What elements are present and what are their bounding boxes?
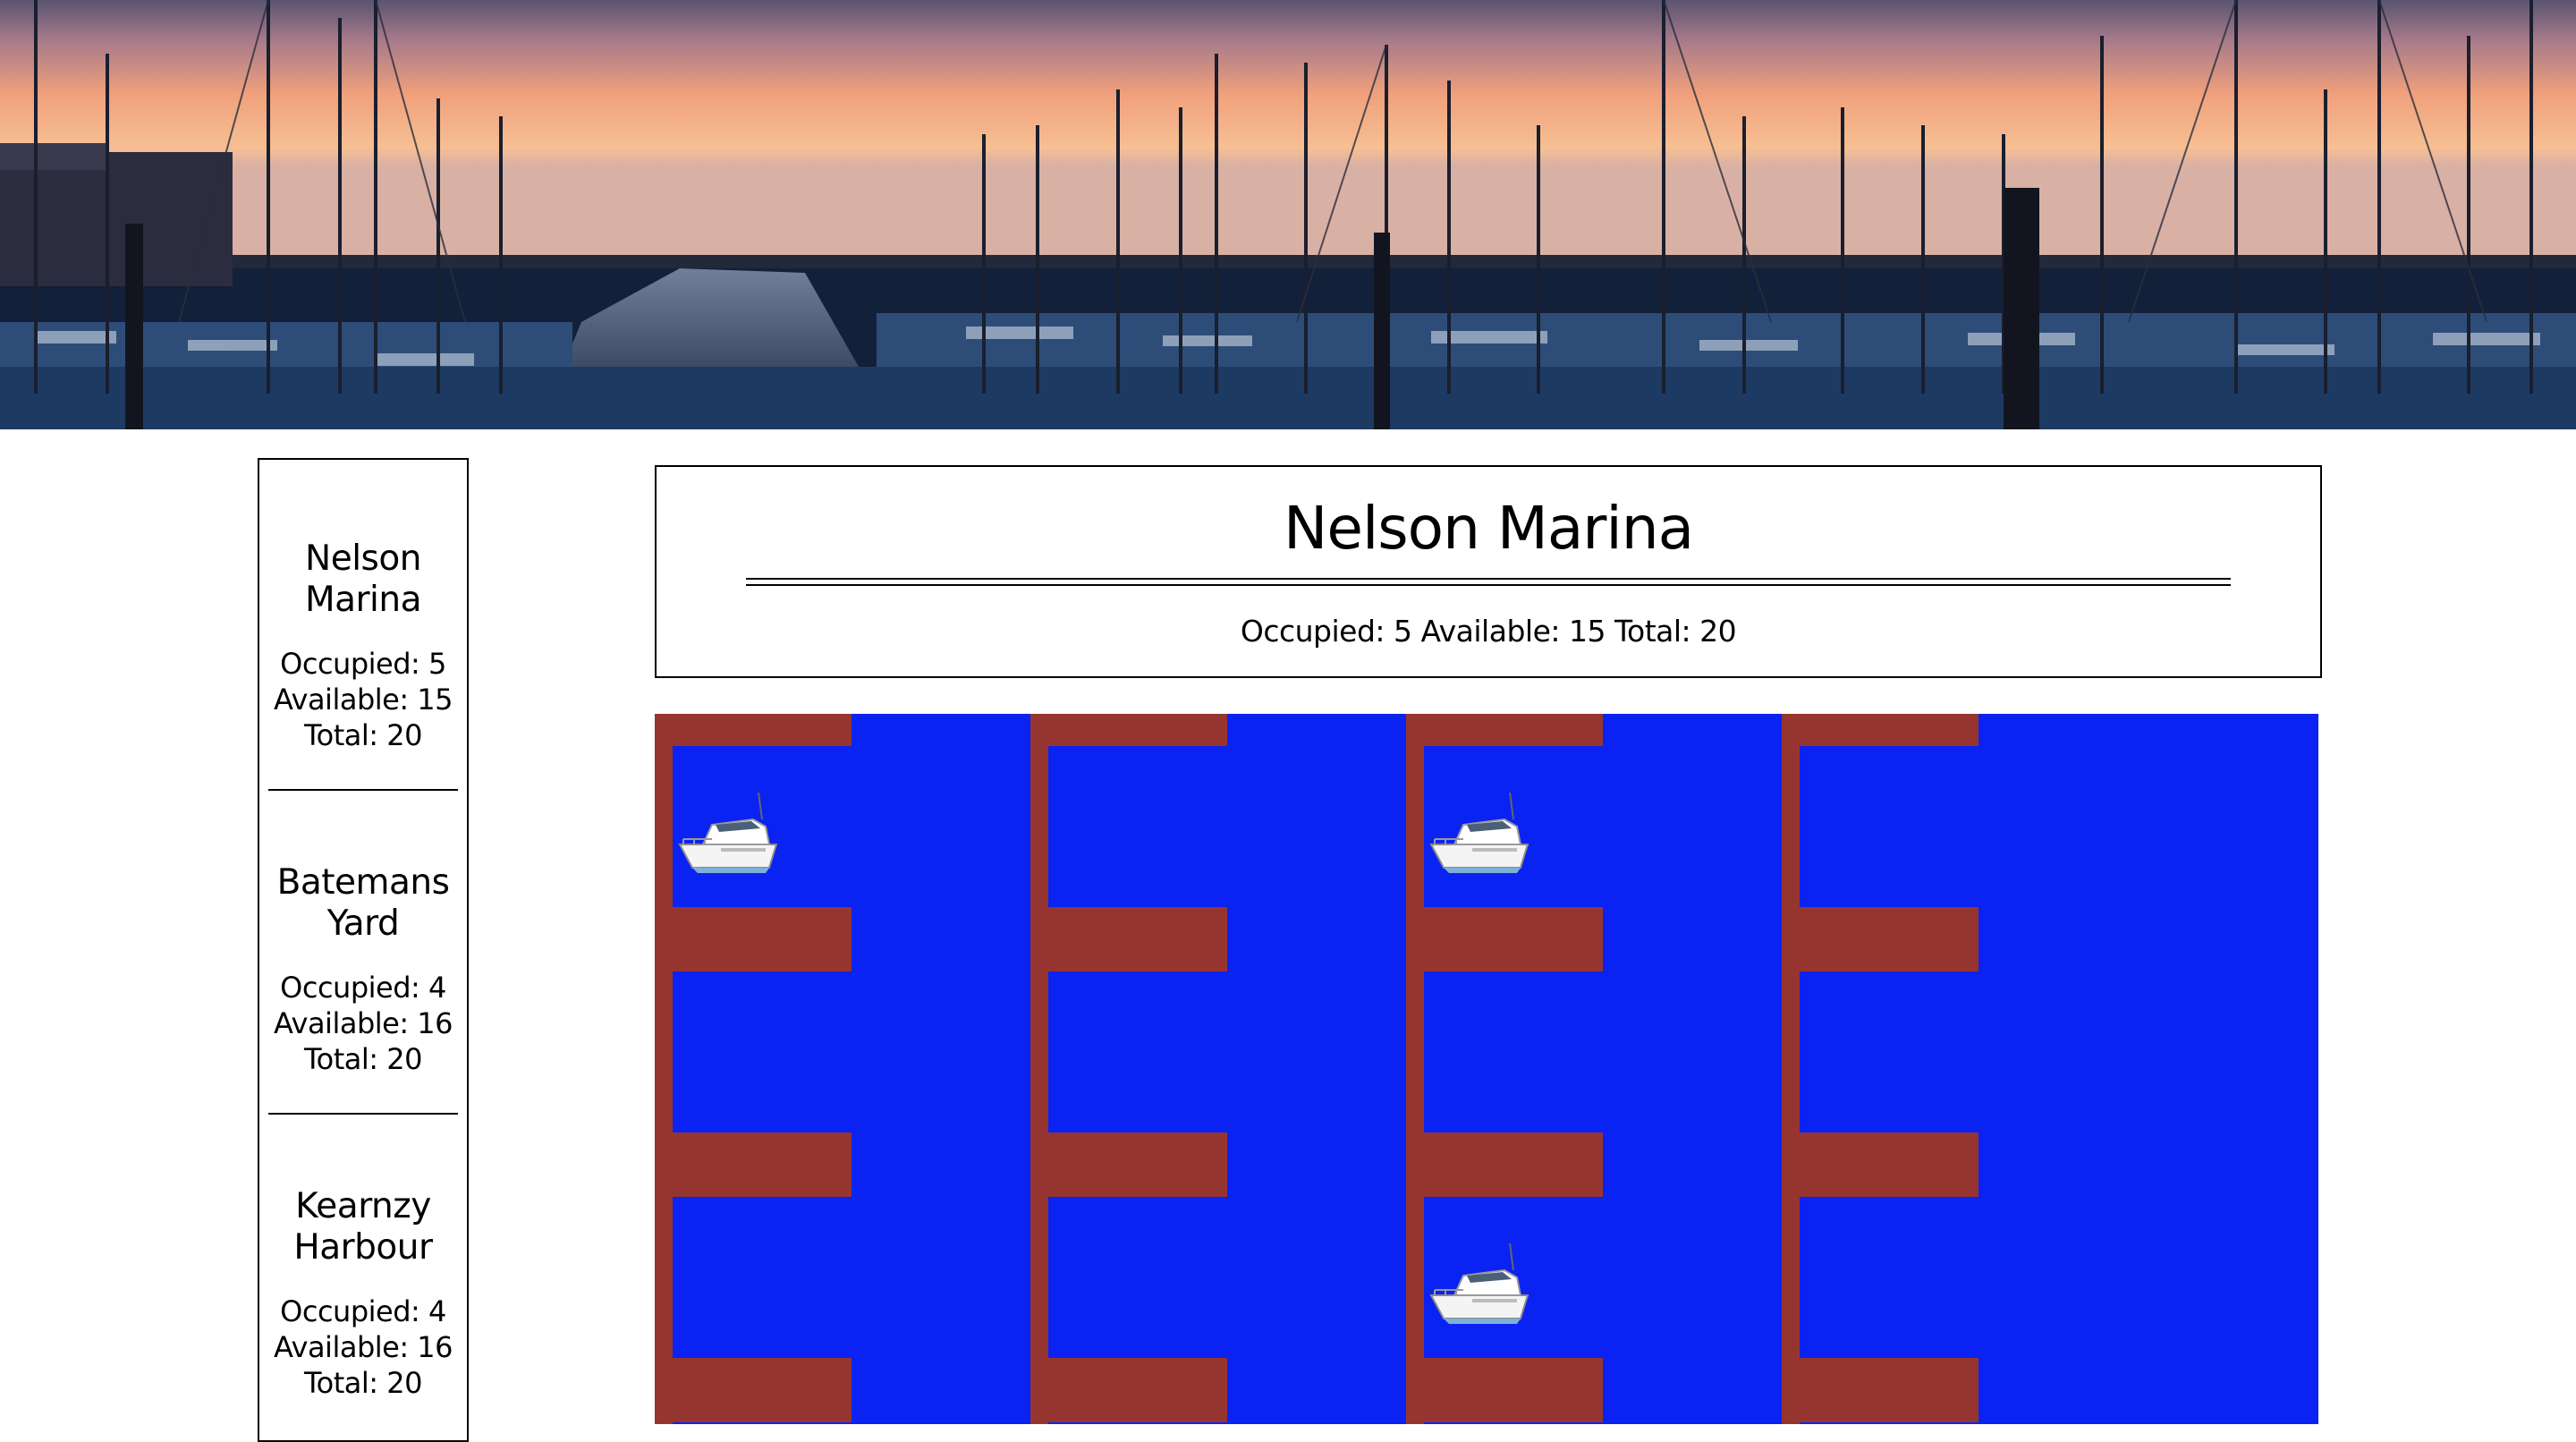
- berth-empty[interactable]: [673, 1197, 852, 1358]
- berth-occupied[interactable]: [1424, 746, 1603, 907]
- marina-name-line2: Yard: [326, 903, 400, 944]
- dock-spine: [655, 714, 673, 1424]
- title-rule: [746, 584, 2231, 586]
- available-count: Available: 15: [1420, 614, 1606, 649]
- marina-card-nelson[interactable]: Nelson Marina Occupied: 5 Available: 15 …: [268, 539, 458, 753]
- available-count: Available: 16: [273, 1006, 453, 1040]
- marina-header: Nelson Marina Occupied: 5 Available: 15 To…: [655, 465, 2322, 678]
- dock-finger-pier: [1030, 1358, 1227, 1422]
- title-rule: [746, 578, 2231, 580]
- dock-finger-pier: [1030, 1132, 1227, 1197]
- berth-empty[interactable]: [1048, 971, 1227, 1132]
- occupied-count: Occupied: 4: [280, 1294, 446, 1328]
- marina-summary: Occupied: 5 Available: 15 Total: 20: [657, 614, 2320, 649]
- dock-finger-pier: [1406, 907, 1603, 971]
- dock-top-pier: [1406, 714, 1603, 746]
- total-count: Total: 20: [1614, 614, 1737, 649]
- banner-photo: [0, 0, 2576, 429]
- available-count: Available: 15: [273, 683, 453, 717]
- dock-top-pier: [1030, 714, 1227, 746]
- motor-yacht-icon: [1429, 792, 1530, 873]
- marina-sunset-photo: [0, 0, 2576, 429]
- marina-card-batemans[interactable]: Batemans Yard Occupied: 4 Available: 16 …: [268, 862, 458, 1077]
- dock-spine: [1782, 714, 1800, 1424]
- berth-occupied[interactable]: [1424, 1197, 1603, 1358]
- marina-name: Nelson Marina: [268, 539, 458, 621]
- marina-berth-map: [655, 714, 2318, 1424]
- motor-yacht-icon: [1428, 1240, 1535, 1329]
- berth-empty[interactable]: [1800, 1197, 1979, 1358]
- motor-yacht-icon: [676, 789, 784, 878]
- dock-finger-pier: [1782, 1132, 1979, 1197]
- marina-card-kearnzy[interactable]: Kearnzy Harbour Occupied: 4 Available: 1…: [268, 1186, 458, 1401]
- berth-empty[interactable]: [1800, 746, 1979, 907]
- occupied-count: Occupied: 5: [280, 647, 446, 681]
- dock-finger-pier: [1406, 1132, 1603, 1197]
- marina-name-line2: Marina: [304, 580, 422, 620]
- page-title: Nelson Marina: [1283, 494, 1694, 563]
- berth-empty[interactable]: [1800, 971, 1979, 1132]
- berth-empty[interactable]: [1048, 746, 1227, 907]
- marina-name-line1: Kearnzy: [295, 1186, 431, 1226]
- occupied-count: Occupied: 4: [280, 971, 446, 1005]
- dock-spine: [1406, 714, 1424, 1424]
- total-count: Total: 20: [304, 718, 422, 752]
- berth-occupied[interactable]: [673, 746, 852, 907]
- occupied-count: Occupied: 5: [1240, 614, 1412, 649]
- sidebar-divider: [268, 789, 458, 791]
- marina-name-line1: Nelson: [305, 539, 421, 579]
- dock-finger-pier: [655, 1358, 852, 1422]
- marina-name-line2: Harbour: [293, 1227, 433, 1268]
- dock-finger-pier: [1782, 1358, 1979, 1422]
- dock-finger-pier: [1782, 907, 1979, 971]
- dock-top-pier: [655, 714, 852, 746]
- dock-finger-pier: [655, 907, 852, 971]
- motor-yacht-icon: [678, 792, 778, 873]
- motor-yacht-icon: [1428, 789, 1535, 878]
- available-count: Available: 16: [273, 1330, 453, 1364]
- berth-empty[interactable]: [1048, 1197, 1227, 1358]
- marina-name: Kearnzy Harbour: [268, 1186, 458, 1268]
- sidebar-divider: [268, 1113, 458, 1115]
- marina-name-line1: Batemans: [276, 862, 450, 903]
- dock-finger-pier: [1030, 907, 1227, 971]
- marina-list-sidebar: Nelson Marina Occupied: 5 Available: 15 …: [258, 458, 469, 1442]
- dock-finger-pier: [655, 1132, 852, 1197]
- berth-empty[interactable]: [673, 971, 852, 1132]
- dock-top-pier: [1782, 714, 1979, 746]
- dock-spine: [1030, 714, 1048, 1424]
- motor-yacht-icon: [1429, 1243, 1530, 1324]
- marina-name: Batemans Yard: [268, 862, 458, 945]
- total-count: Total: 20: [304, 1366, 422, 1400]
- berth-empty[interactable]: [1424, 971, 1603, 1132]
- dock-finger-pier: [1406, 1358, 1603, 1422]
- total-count: Total: 20: [304, 1042, 422, 1076]
